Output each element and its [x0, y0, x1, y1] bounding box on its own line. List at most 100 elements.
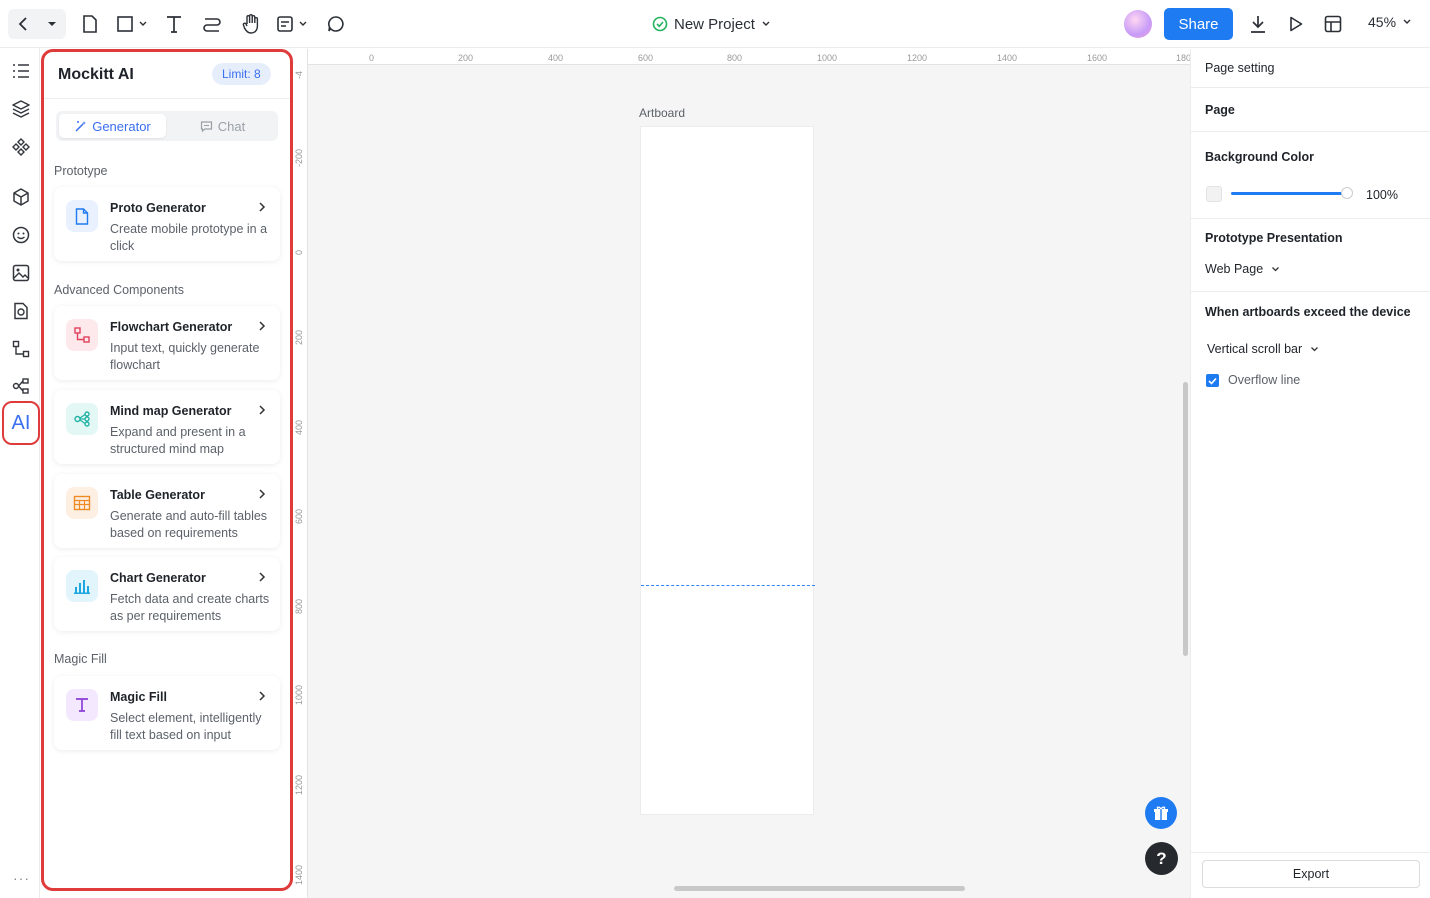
exceed-heading: When artboards exceed the device	[1205, 305, 1411, 319]
canvas[interactable]: 0 200 400 600 800 1000 1200 1400 1600 18…	[293, 49, 1192, 898]
mindmap-icon[interactable]	[10, 375, 32, 397]
avatar[interactable]	[1124, 10, 1152, 38]
section-label: Advanced Components	[54, 283, 184, 297]
magic-fill-card[interactable]: Magic Fill Select element, intelligently…	[54, 676, 280, 750]
top-toolbar: New Project Share 45%	[0, 0, 1430, 48]
chevron-down-icon	[762, 21, 770, 26]
help-button[interactable]: ?	[1145, 842, 1178, 875]
chevron-right-icon	[259, 572, 266, 582]
artboard[interactable]	[640, 126, 815, 815]
chevron-down-icon	[1272, 267, 1280, 272]
proto-mode-select[interactable]: Web Page	[1205, 262, 1280, 276]
shape-tool-icon[interactable]	[115, 10, 151, 38]
more-icon[interactable]: ···	[13, 870, 30, 886]
ruler-tick: 1000	[294, 684, 304, 705]
play-preview-icon[interactable]	[1286, 10, 1306, 38]
vertical-scrollbar[interactable]	[1183, 382, 1188, 656]
image-icon[interactable]	[10, 262, 32, 284]
mockitt-ai-panel: Mockitt AI Limit: 8 Generator Chat Proto…	[41, 49, 293, 891]
opacity-slider-knob[interactable]	[1341, 187, 1353, 199]
project-name: New Project	[674, 15, 755, 33]
proto-presentation-heading: Prototype Presentation	[1205, 231, 1343, 245]
connector-tool-icon[interactable]	[202, 10, 222, 38]
mode-tabs: Generator Chat	[56, 111, 278, 141]
ruler-tick: 180	[1176, 53, 1192, 63]
text-t-icon	[66, 689, 98, 721]
chevron-down-icon	[1311, 347, 1319, 352]
back-arrow-icon[interactable]	[14, 10, 34, 38]
overflow-line	[641, 585, 815, 586]
flowchart-icon	[66, 319, 98, 351]
mindmap-icon	[66, 403, 98, 435]
overflow-line-checkbox[interactable]	[1206, 374, 1219, 387]
tab-label: Generator	[92, 118, 151, 134]
card-description: Create mobile prototype in a click	[110, 222, 268, 253]
tab-generator[interactable]: Generator	[59, 114, 166, 138]
outline-list-icon[interactable]	[10, 60, 32, 82]
exceed-mode-select[interactable]: Vertical scroll bar	[1207, 342, 1319, 356]
ruler-tick: -4	[294, 70, 304, 79]
note-tool-icon[interactable]	[276, 10, 310, 38]
chevron-right-icon	[259, 489, 266, 499]
section-label: Prototype	[54, 164, 108, 178]
overflow-line-label: Overflow line	[1228, 373, 1301, 387]
chart-generator-card[interactable]: Chart Generator Fetch data and create ch…	[54, 557, 280, 631]
exceed-mode-value: Vertical scroll bar	[1207, 342, 1303, 356]
bg-color-swatch[interactable]	[1206, 186, 1222, 202]
opacity-slider[interactable]	[1231, 192, 1347, 195]
card-title: Proto Generator	[110, 201, 206, 215]
saved-check-icon	[652, 16, 668, 32]
bg-color-heading: Background Color	[1205, 150, 1315, 164]
card-title: Magic Fill	[110, 690, 167, 704]
panel-title: Mockitt AI	[58, 66, 134, 83]
ruler-tick: 400	[548, 53, 564, 63]
ruler-tick: 1600	[1087, 53, 1108, 63]
zoom-value: 45%	[1368, 14, 1397, 30]
hand-tool-icon[interactable]	[240, 10, 262, 38]
ruler-tick: 600	[294, 508, 304, 524]
divider	[1191, 218, 1430, 219]
properties-panel: Page setting Page Background Color 100% …	[1190, 49, 1430, 898]
history-dropdown-icon[interactable]	[44, 10, 60, 38]
chevron-down-icon	[1403, 19, 1411, 24]
horizontal-scrollbar[interactable]	[674, 886, 965, 891]
cube-icon[interactable]	[10, 186, 32, 208]
flowchart-generator-card[interactable]: Flowchart Generator Input text, quickly …	[54, 306, 280, 380]
mindmap-generator-card[interactable]: Mind map Generator Expand and present in…	[54, 390, 280, 464]
text-tool-icon[interactable]	[164, 10, 184, 38]
download-icon[interactable]	[1248, 10, 1268, 38]
page-heading: Page	[1205, 103, 1235, 117]
table-generator-card[interactable]: Table Generator Generate and auto-fill t…	[54, 474, 280, 548]
share-button[interactable]: Share	[1164, 8, 1233, 40]
opacity-value[interactable]: 100%	[1366, 188, 1398, 202]
ruler-tick: 1400	[294, 864, 304, 885]
emoji-icon[interactable]	[10, 224, 32, 246]
export-button[interactable]: Export	[1202, 860, 1420, 888]
proto-generator-card[interactable]: Proto Generator Create mobile prototype …	[54, 187, 280, 261]
limit-badge: Limit: 8	[212, 63, 271, 85]
tab-chat[interactable]: Chat	[169, 114, 276, 138]
left-rail: AI ···	[0, 48, 40, 898]
comment-tool-icon[interactable]	[326, 10, 346, 38]
card-title: Mind map Generator	[110, 404, 232, 418]
card-description: Expand and present in a structured mind …	[110, 425, 246, 456]
ruler-tick: 1000	[817, 53, 838, 63]
gift-icon[interactable]	[1145, 797, 1177, 829]
tab-label: Chat	[217, 118, 246, 134]
project-title[interactable]: New Project	[652, 14, 771, 34]
artboard-label[interactable]: Artboard	[639, 106, 685, 120]
layers-icon[interactable]	[10, 98, 32, 120]
zoom-level[interactable]: 45%	[1368, 14, 1412, 30]
layout-panel-icon[interactable]	[1323, 10, 1343, 38]
divider	[1191, 131, 1430, 132]
chevron-right-icon	[259, 202, 266, 212]
ruler-horizontal: 0 200 400 600 800 1000 1200 1400 1600 18…	[308, 49, 1192, 65]
plugin-icon[interactable]	[10, 300, 32, 322]
ai-icon[interactable]: AI	[2, 401, 40, 445]
flowchart-icon[interactable]	[10, 338, 32, 360]
chat-bubble-icon	[200, 120, 212, 132]
divider	[1191, 291, 1430, 292]
components-icon[interactable]	[10, 136, 32, 158]
page-icon[interactable]	[80, 10, 100, 38]
page-setting-tab[interactable]: Page setting	[1205, 61, 1275, 75]
